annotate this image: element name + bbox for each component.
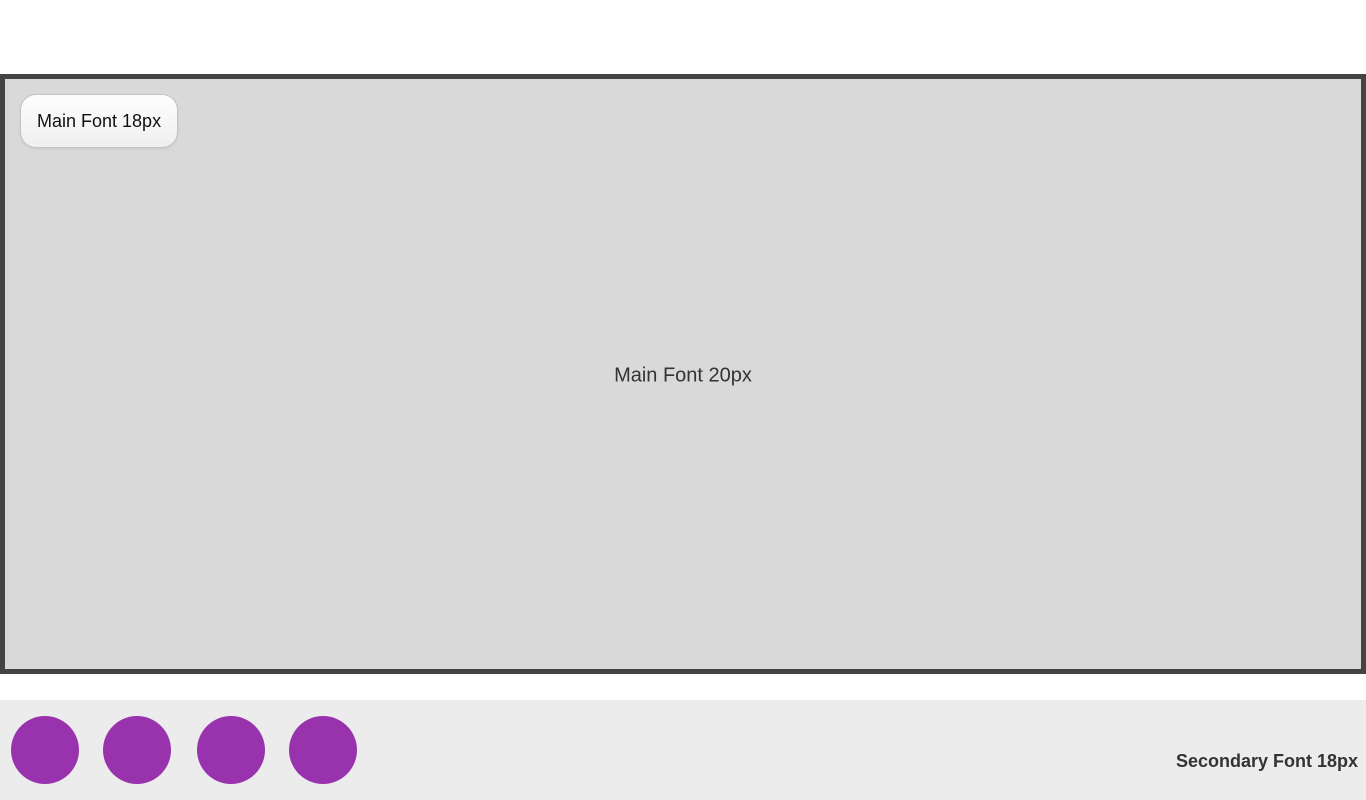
circle-button-3[interactable] [197,716,265,784]
main-stage: Main Font 18px Main Font 20px [0,74,1366,674]
secondary-font-label: Secondary Font 18px [1175,751,1358,771]
circle-button-2[interactable] [103,716,171,784]
bottom-bar: Secondary Font 18px [0,700,1366,800]
main-font-button[interactable]: Main Font 18px [20,94,179,148]
circle-button-1[interactable] [11,716,79,784]
circle-button-4[interactable] [289,716,357,784]
stage-center-text: Main Font 20px [614,364,752,387]
